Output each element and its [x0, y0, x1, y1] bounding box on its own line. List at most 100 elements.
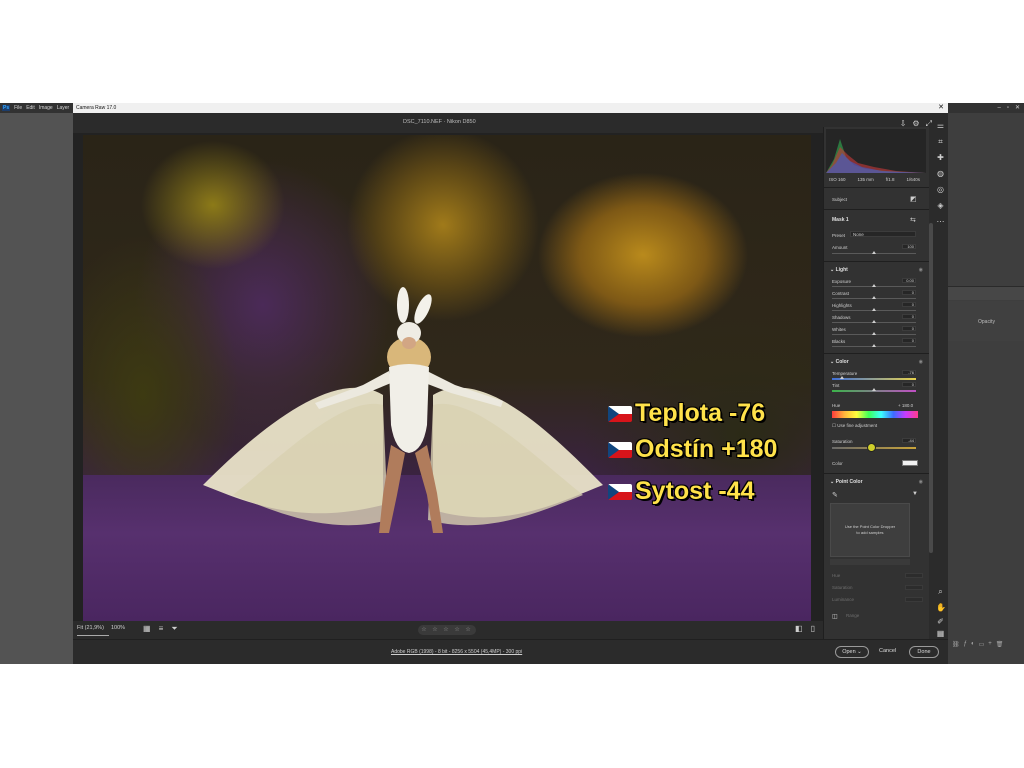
point-color-samples[interactable]: Use the Point Color Dropper to add sampl… [830, 503, 910, 557]
adjust-icon[interactable]: ◐ [971, 641, 975, 653]
temperature-thumb[interactable] [840, 376, 845, 379]
window-close-icon[interactable]: ✕ [938, 103, 944, 113]
blacks-value[interactable]: 0 [902, 338, 916, 343]
grid-icon[interactable]: ▦ [936, 629, 945, 638]
tint-thumb[interactable] [872, 388, 876, 391]
temperature-value[interactable]: -76 [902, 370, 916, 375]
color-label: Color [832, 461, 843, 466]
zoom-level-dropdown[interactable]: 100% [111, 625, 125, 631]
camera-raw-window: Camera Raw 17.0 ✕ DSC_7110.NEF · Nikon D… [73, 103, 948, 664]
opacity-label: Opacity [978, 319, 995, 325]
whites-thumb[interactable] [872, 332, 876, 335]
point-color-toggle[interactable]: ⌄ Point Color [830, 479, 863, 485]
color-visibility-icon[interactable]: ◉ [919, 359, 923, 365]
color-sampler-icon[interactable]: ✐ [936, 617, 945, 626]
temperature-track[interactable] [832, 378, 916, 380]
tool-strip: ⚌ ⌗ ✚ ◍ ◎ ◈ ⋯ ⌕ ✋ ✐ ▦ [933, 117, 948, 639]
photo-preview[interactable]: Teplota -76 Odstín +180 Sytost -44 [83, 135, 811, 621]
minimize-icon[interactable]: – [997, 103, 1000, 113]
toolbar-icons: ▦ ≡ ⏷ [143, 624, 178, 634]
whites-value[interactable]: 0 [902, 326, 916, 331]
workflow-options-link[interactable]: Adobe RGB (1998) - 8 bit - 8256 x 5504 (… [391, 649, 522, 655]
open-button[interactable]: Open ⌄ [835, 646, 869, 658]
zoom-icon[interactable]: ⌕ [936, 587, 945, 596]
point-color-visibility-icon[interactable]: ◉ [919, 479, 923, 485]
menu-image[interactable]: Image [39, 105, 53, 111]
mask-options-icon[interactable]: ⇆ [910, 216, 916, 224]
divider [824, 187, 929, 188]
range-icon[interactable]: ◫ [832, 613, 838, 620]
cancel-button[interactable]: Cancel [879, 648, 896, 654]
shadows-value[interactable]: 0 [902, 314, 916, 319]
file-title: DSC_7110.NEF · Nikon D850 [403, 119, 476, 125]
color-swatch[interactable] [902, 460, 918, 466]
compare-icon[interactable]: ▯ [811, 624, 815, 633]
redeye-icon[interactable]: ◎ [936, 185, 945, 194]
menu-layer[interactable]: Layer [57, 105, 70, 111]
color-section-toggle[interactable]: ⌄ Color [830, 359, 849, 365]
saturation-value[interactable]: -44 [902, 438, 916, 443]
more-icon[interactable]: ⋯ [936, 217, 945, 226]
pc-range-label: Range [846, 613, 860, 618]
czech-flag-icon [608, 405, 632, 422]
acr-header: DSC_7110.NEF · Nikon D850 ⇩ ⚙ ⤢ [73, 113, 948, 133]
amount-thumb[interactable] [872, 251, 876, 254]
menu-edit[interactable]: Edit [26, 105, 35, 111]
hue-slider[interactable] [832, 411, 918, 418]
highlights-value[interactable]: 0 [902, 302, 916, 307]
new-layer-icon[interactable]: + [988, 641, 992, 653]
highlights-thumb[interactable] [872, 308, 876, 311]
preset-dropdown[interactable]: None [850, 231, 916, 237]
exposure-thumb[interactable] [872, 284, 876, 287]
exposure-label: Exposure [832, 279, 852, 284]
done-button[interactable]: Done [909, 646, 939, 658]
folder-icon[interactable]: ▭ [979, 641, 985, 653]
preset-label: Preset [832, 233, 846, 238]
divider [824, 261, 929, 262]
shadows-label: Shadows [832, 315, 851, 320]
amount-value[interactable]: 100 [902, 244, 916, 249]
trash-icon[interactable]: 🗑 [996, 641, 1004, 653]
fx-icon[interactable]: ƒ [964, 641, 967, 653]
saturation-thumb[interactable] [867, 443, 877, 452]
filter-icon[interactable]: ⏷ [171, 624, 177, 634]
point-color-menu-icon[interactable]: ▼ [912, 491, 918, 497]
contrast-value[interactable]: 0 [902, 290, 916, 295]
tint-value[interactable]: 0 [902, 382, 916, 387]
close-icon[interactable]: ✕ [1015, 103, 1020, 113]
layers-bottom-icons: ⛓ ƒ ◐ ▭ + 🗑 [948, 641, 1024, 653]
mask-name[interactable]: Mask 1 [832, 217, 849, 223]
mask-overlay-icon[interactable]: ◩ [910, 195, 917, 203]
presets-icon[interactable]: ◈ [936, 201, 945, 210]
light-section-toggle[interactable]: ⌄ Light [830, 267, 848, 273]
gallery-icon[interactable]: ▦ [143, 624, 151, 634]
fit-zoom-button[interactable]: Fit (21,9%) [77, 625, 104, 631]
hue-value[interactable]: + 180.0 [898, 403, 913, 408]
hand-icon[interactable]: ✋ [936, 603, 946, 612]
light-visibility-icon[interactable]: ◉ [919, 267, 923, 273]
edit-icon[interactable]: ⚌ [936, 121, 945, 130]
eyedropper-icon[interactable]: ✎ [832, 491, 838, 499]
star-rating[interactable]: ☆ ☆ ☆ ☆ ☆ [418, 625, 476, 635]
camera-info: ISO 160 135 mm f/1.8 1/640s [829, 177, 920, 182]
sort-icon[interactable]: ≡ [159, 624, 164, 634]
photoshop-workspace [0, 113, 73, 664]
link-icon[interactable]: ⛓ [952, 641, 960, 653]
blacks-thumb[interactable] [872, 344, 876, 347]
crop-icon[interactable]: ⌗ [936, 137, 945, 146]
menu-file[interactable]: File [14, 105, 22, 111]
shadows-thumb[interactable] [872, 320, 876, 323]
image-preview-area[interactable]: Teplota -76 Odstín +180 Sytost -44 [73, 133, 823, 621]
contrast-thumb[interactable] [872, 296, 876, 299]
restore-icon[interactable]: ▫ [1007, 103, 1009, 113]
view-icons: ◧ ▯ [795, 624, 815, 633]
fine-adjustment-checkbox[interactable]: ☐ Use fine adjustment [832, 423, 877, 429]
bottom-toolbar: Fit (21,9%) 100% ▦ ≡ ⏷ ☆ ☆ ☆ ☆ ☆ ◧ ▯ [73, 621, 823, 639]
layers-panel-header [948, 286, 1024, 300]
mask-icon[interactable]: ◍ [936, 169, 945, 178]
subject-label: Subject [832, 197, 848, 202]
window-title: Camera Raw 17.0 [76, 105, 117, 111]
before-after-icon[interactable]: ◧ [795, 624, 803, 633]
heal-icon[interactable]: ✚ [936, 153, 945, 162]
exposure-value[interactable]: 0.00 [902, 278, 916, 283]
